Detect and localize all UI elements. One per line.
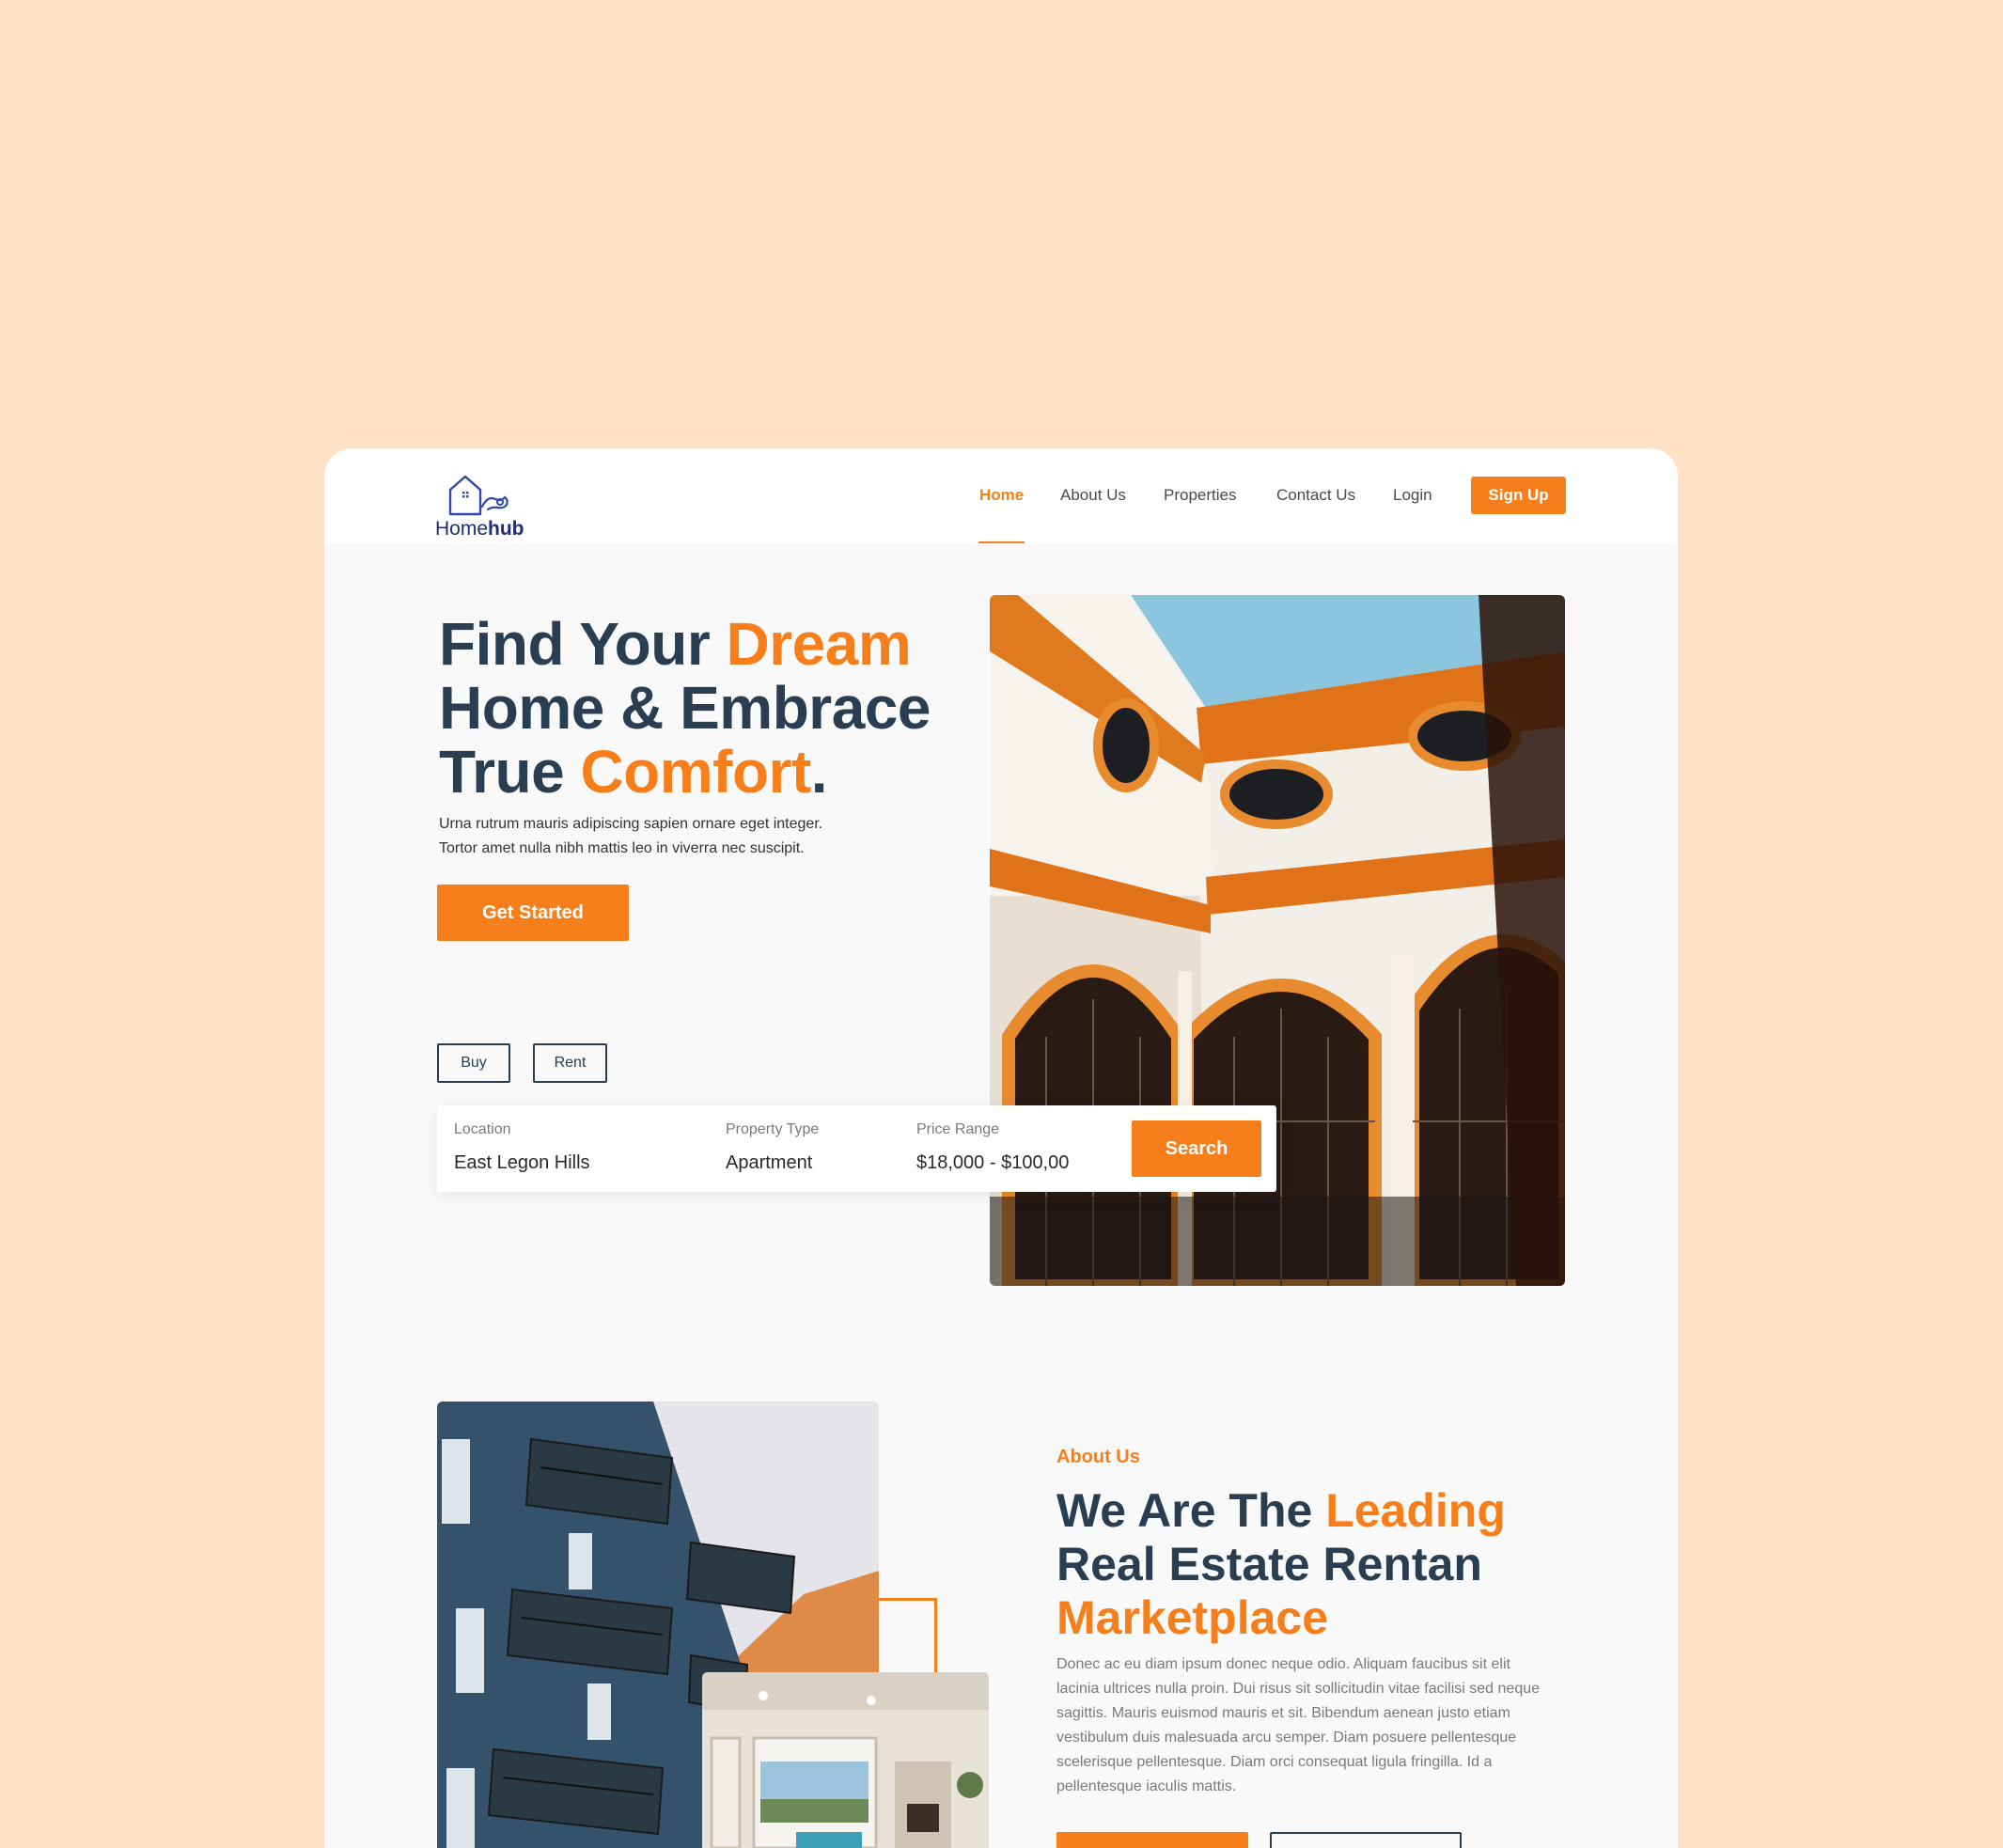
- about-title: We Are The Leading Real Estate Rentan Ma…: [1056, 1484, 1506, 1644]
- location-field[interactable]: East Legon Hills: [454, 1152, 590, 1174]
- nav-item-home[interactable]: Home: [979, 486, 1024, 505]
- brand-logo[interactable]: Homehub: [435, 467, 529, 540]
- hero-title: Find Your Dream Home & Embrace True Comf…: [439, 610, 931, 806]
- about-decorative-frame: [879, 1598, 937, 1673]
- nav-item-properties[interactable]: Properties: [1164, 486, 1236, 505]
- get-started-button[interactable]: Get Started: [437, 885, 629, 941]
- price-range-label: Price Range: [916, 1121, 1000, 1137]
- property-search-bar: Location East Legon Hills Property Type …: [437, 1105, 1276, 1192]
- about-description: Donec ac eu diam ipsum donec neque odio.…: [1056, 1656, 1541, 1794]
- website-frame: Homehub Home About Us Properties Contact…: [324, 448, 1678, 1848]
- about-interior-image: [702, 1672, 989, 1848]
- location-label: Location: [454, 1121, 511, 1137]
- about-primary-button[interactable]: [1056, 1832, 1248, 1848]
- hero-subtitle: Urna rutrum mauris adipiscing sapien orn…: [439, 816, 823, 856]
- about-secondary-button[interactable]: [1270, 1832, 1462, 1848]
- property-type-field[interactable]: Apartment: [726, 1152, 812, 1174]
- nav-item-login[interactable]: Login: [1393, 486, 1432, 505]
- brand-wordmark: Homehub: [435, 518, 524, 540]
- sign-up-button[interactable]: Sign Up: [1471, 477, 1566, 514]
- nav-item-contact-us[interactable]: Contact Us: [1276, 486, 1355, 505]
- price-range-field[interactable]: $18,000 - $100,00: [916, 1152, 1069, 1174]
- nav-item-about-us[interactable]: About Us: [1060, 486, 1126, 505]
- property-type-label: Property Type: [726, 1121, 820, 1137]
- buy-tab-button[interactable]: Buy: [437, 1043, 510, 1083]
- site-header: Homehub Home About Us Properties Contact…: [324, 448, 1678, 543]
- search-button[interactable]: Search: [1132, 1120, 1261, 1177]
- about-section-label: About Us: [1056, 1447, 1140, 1467]
- house-logo-icon: [448, 475, 509, 516]
- active-nav-indicator: [978, 541, 1025, 543]
- rent-tab-button[interactable]: Rent: [533, 1043, 607, 1083]
